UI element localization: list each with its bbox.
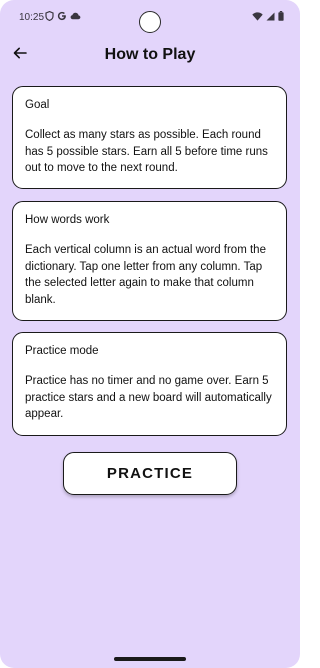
practice-mode-card: Practice mode Practice has no timer and … [12,332,287,436]
how-words-work-card-title: How words work [25,214,110,226]
shield-icon [45,11,54,21]
page-title: How to Play [104,46,196,63]
how-words-work-card-body: Each vertical column is an actual word f… [25,244,266,306]
status-left-icons [45,11,81,21]
status-bar: 10:25 [0,0,300,34]
how-words-work-card: How words work Each vertical column is a… [12,201,287,321]
goal-card-title: Goal [25,99,50,111]
practice-mode-card-body: Practice has no timer and no game over. … [25,375,272,420]
goal-card: Goal Collect as many stars as possible. … [12,86,287,189]
practice-button[interactable]: PRACTICE [63,452,237,495]
battery-icon [278,11,284,21]
status-time: 10:25 [19,12,45,23]
signal-icon [266,12,275,21]
app-screen: 10:25 How to Play Goal Collect as many s… [0,0,300,668]
goal-card-body: Collect as many stars as possible. Each … [25,129,268,174]
google-g-icon [57,11,67,21]
cloud-icon [70,12,81,20]
wifi-icon [252,11,263,21]
status-right-icons [252,11,284,21]
header: How to Play [0,40,300,70]
gesture-bar[interactable] [114,657,186,661]
camera-cutout [139,11,161,33]
practice-mode-card-title: Practice mode [25,345,99,357]
